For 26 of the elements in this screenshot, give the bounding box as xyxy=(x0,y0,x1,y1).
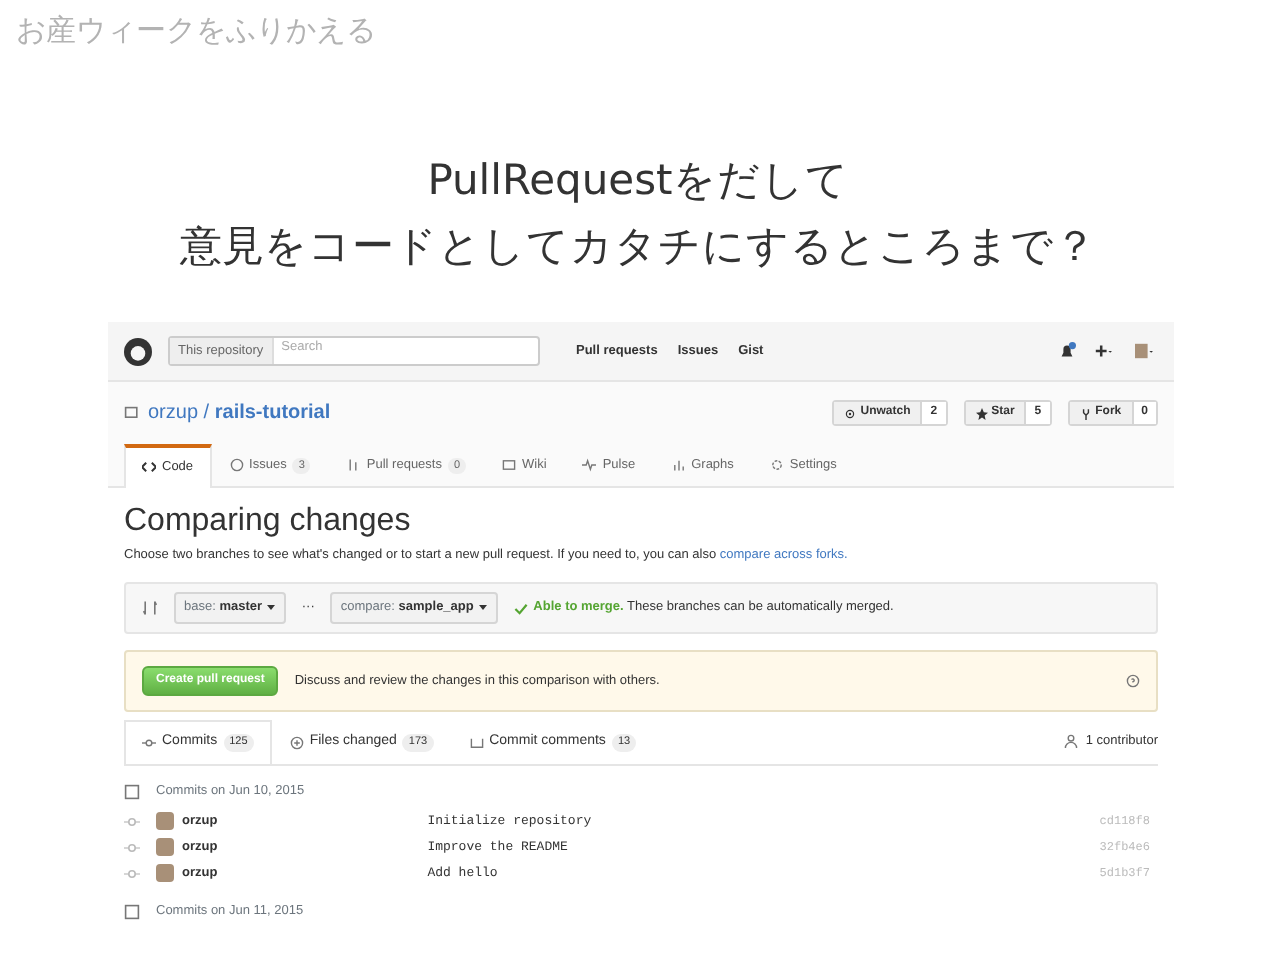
circle-icon xyxy=(229,458,244,473)
compare-arrows-icon xyxy=(142,600,158,617)
star-icon xyxy=(975,407,988,420)
repo-name-link[interactable]: rails-tutorial xyxy=(214,402,331,425)
fork-icon xyxy=(1079,407,1092,420)
help-icon xyxy=(1126,674,1140,689)
commit-dot-icon xyxy=(124,865,140,882)
slide-heading-line: PullRequestをだして xyxy=(425,154,851,208)
commit-icon xyxy=(142,735,156,750)
repo-owner-link[interactable]: orzup xyxy=(148,402,199,425)
bell-icon[interactable] xyxy=(1058,342,1076,361)
commit-dot-icon xyxy=(124,813,140,830)
page-title: Comparing changes xyxy=(124,503,413,539)
caret-icon xyxy=(477,602,488,613)
check-icon xyxy=(513,601,528,616)
eye-icon xyxy=(844,407,857,420)
pulse-icon xyxy=(582,458,597,473)
slide-heading-line: 意見をコードとしてカタチにするところまで？ xyxy=(178,219,1098,274)
people-icon xyxy=(1063,734,1078,749)
slide-title: お産ウィークをふりかえる xyxy=(14,10,378,48)
path-separator: / xyxy=(203,402,210,425)
commit-dot-icon xyxy=(124,839,140,856)
code-icon xyxy=(142,460,156,475)
plus-circle-icon xyxy=(289,735,304,750)
caret-icon xyxy=(265,602,276,613)
bar-chart-icon xyxy=(671,458,686,473)
